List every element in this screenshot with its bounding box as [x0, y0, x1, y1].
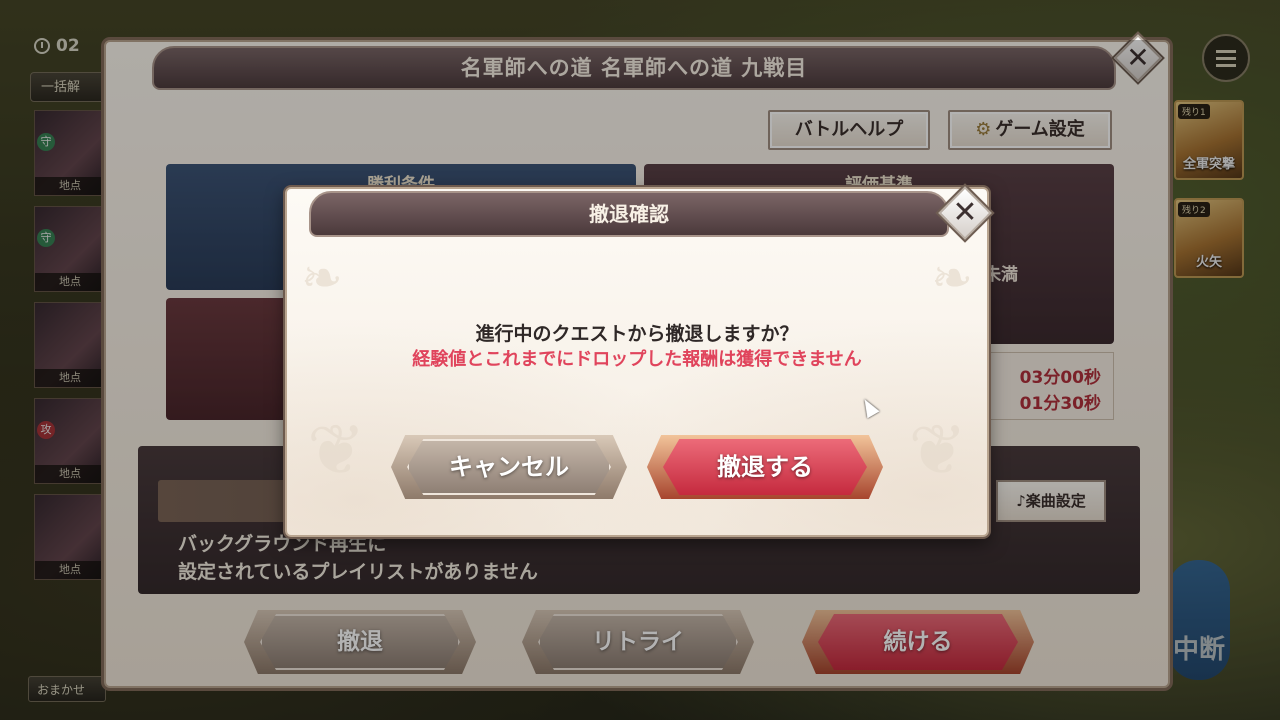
close-icon: ✕: [1126, 41, 1150, 74]
cancel-button[interactable]: キャンセル: [391, 435, 627, 499]
dialog-title: 撤退確認: [309, 191, 949, 237]
music-settings-button[interactable]: ♪楽曲設定: [996, 480, 1106, 522]
retreat-button[interactable]: 撤退: [244, 610, 476, 674]
ornament-icon: ❦: [908, 409, 967, 491]
pause-menu-close-button[interactable]: ✕: [1113, 33, 1163, 83]
time-criteria-2: 01分30秒: [1019, 394, 1101, 414]
retry-button[interactable]: リトライ: [522, 610, 754, 674]
battle-help-button[interactable]: バトルヘルプ: [768, 110, 930, 150]
retry-label: リトライ: [592, 629, 684, 655]
continue-button[interactable]: 続ける: [802, 610, 1034, 674]
dialog-warning: 経験値とこれまでにドロップした報酬は獲得できません: [412, 349, 862, 370]
evaluation-text: 未満: [984, 265, 1018, 285]
ornament-icon: ❦: [307, 409, 366, 491]
music-settings-label: 楽曲設定: [1025, 492, 1086, 510]
pause-menu-title: 名軍師への道 名軍師への道 九戦目: [152, 46, 1116, 90]
game-settings-label: ゲーム設定: [995, 119, 1085, 140]
time-criteria-box: 03分00秒 01分30秒: [986, 352, 1114, 420]
ornament-icon: ❧: [931, 249, 973, 307]
retreat-label: 撤退: [337, 629, 383, 655]
close-icon: ✕: [952, 195, 978, 230]
time-criteria-1: 03分00秒: [1019, 368, 1101, 388]
cancel-label: キャンセル: [449, 453, 569, 481]
confirm-retreat-label: 撤退する: [717, 453, 813, 481]
gear-icon: ⚙: [975, 119, 992, 140]
continue-label: 続ける: [883, 629, 953, 655]
dialog-close-button[interactable]: ✕: [937, 185, 993, 241]
game-settings-button[interactable]: ⚙ ゲーム設定: [948, 110, 1112, 150]
bgm-message: バックグラウンド再生に 設定されているプレイリストがありません: [178, 530, 538, 586]
dialog-message: 進行中のクエストから撤退しますか？: [475, 323, 799, 345]
confirm-retreat-button[interactable]: 撤退する: [647, 435, 883, 499]
ornament-icon: ❧: [301, 249, 343, 307]
retreat-confirm-dialog: ❦ ❦ ❧ ❧ 撤退確認 ✕ 進行中のクエストから撤退しますか？ 経験値とこれま…: [285, 186, 992, 537]
music-note-icon: ♪: [1016, 492, 1026, 510]
bgm-message-line2: 設定されているプレイリストがありません: [178, 561, 538, 583]
